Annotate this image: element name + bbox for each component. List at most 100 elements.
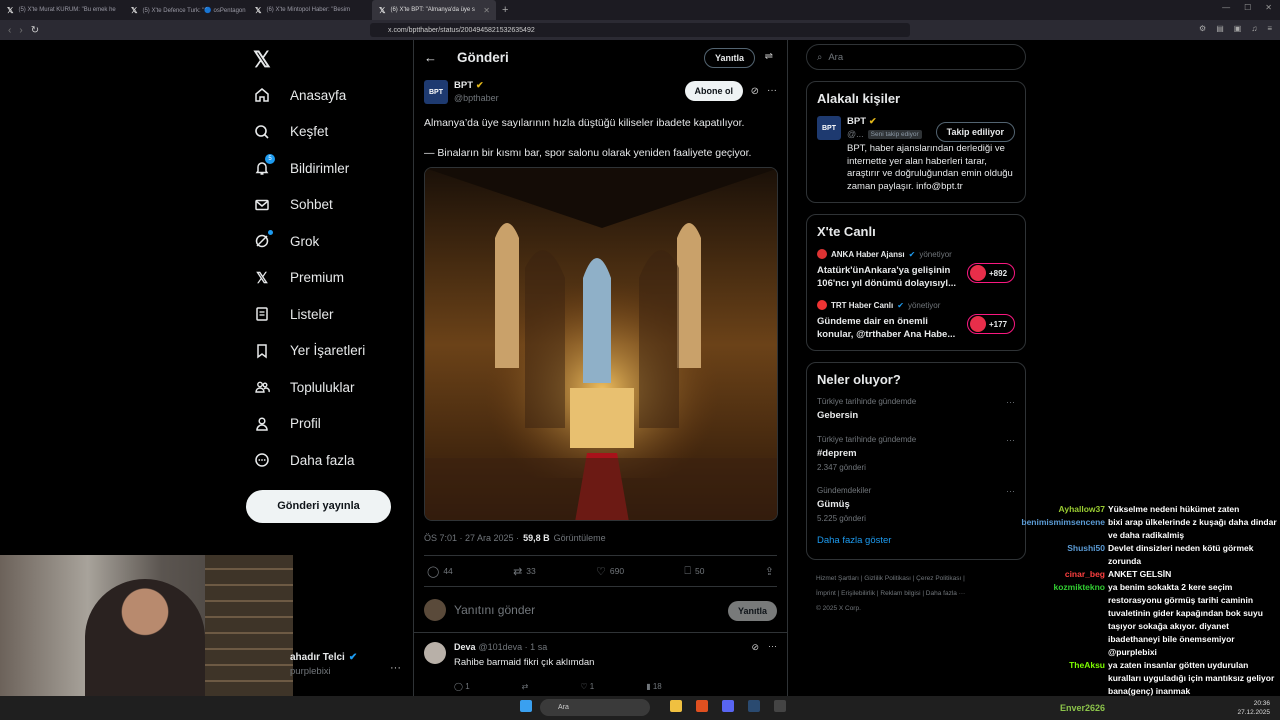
live-item[interactable]: ANKA Haber Ajansı ✔ yönetiyor Atatürk'ünAn… — [817, 249, 1015, 290]
views-action[interactable]: ▮ 18 — [646, 682, 662, 691]
like-count: 1 — [589, 682, 595, 691]
browser-tab[interactable]: 𝕏 (6) X'te Mintopol Haber: "Besim — [248, 0, 372, 20]
tweet-text: Almanya’da üye sayılarının hızla düştüğü… — [424, 116, 777, 161]
search-bar[interactable]: ⌕ Ara — [806, 44, 1026, 70]
filter-icon[interactable]: ⇌ — [765, 51, 773, 62]
grok-explain-icon[interactable]: ⊘ — [751, 642, 759, 653]
brave-browser-icon[interactable] — [696, 700, 708, 712]
sidebar-item-grok[interactable]: Grok — [245, 223, 405, 260]
page-title: Gönderi — [457, 49, 509, 65]
related-name[interactable]: BPT — [847, 116, 866, 127]
like-count: 690 — [609, 566, 625, 576]
music-icon[interactable]: ♫ — [1251, 24, 1257, 33]
close-tab-icon[interactable]: ✕ — [483, 6, 490, 15]
sidebar-item-premium[interactable]: 𝕏 Premium — [245, 260, 405, 297]
reply-header-button[interactable]: Yanıtla — [703, 48, 755, 68]
show-more-link[interactable]: Daha fazla göster — [817, 535, 1015, 546]
trend-item[interactable]: Türkiye tarihinde gündemde Gebersin ··· — [817, 397, 1015, 421]
live-count-badge[interactable]: +892 — [967, 263, 1015, 283]
like-action[interactable]: ♡ 1 — [580, 682, 594, 691]
sidebar-icon[interactable]: ▤ — [1216, 24, 1224, 33]
browser-tab[interactable]: 𝕏 (5) X'te Murat KURUM: "Bu emek he — [0, 0, 124, 20]
reply-input[interactable]: Yanıtını gönder — [454, 603, 535, 617]
post-button[interactable]: Gönderi yayınla — [246, 489, 391, 523]
footer-line[interactable]: Hizmet Şartları | Gizlilik Politikası | … — [816, 571, 1026, 586]
x-logo-icon: 𝕏 — [131, 5, 138, 15]
sidebar-item-profile[interactable]: Profil — [245, 406, 405, 443]
windows-start-icon[interactable] — [520, 700, 532, 712]
avatar[interactable]: BPT — [817, 116, 841, 140]
sidebar-item-more[interactable]: Daha fazla — [245, 442, 405, 479]
sidebar-item-chat[interactable]: Sohbet — [245, 187, 405, 224]
author-handle[interactable]: @bpthaber — [454, 93, 499, 103]
main-column: ← Gönderi Yanıtla ⇌ BPT BPT ✔ @bpthaber A… — [413, 40, 788, 696]
file-explorer-icon[interactable] — [670, 700, 682, 712]
reply-action[interactable]: ◯ 1 — [454, 682, 470, 691]
reply-tweet[interactable]: Deva @101deva · 1 sa Rahibe barmaid fikri… — [414, 633, 787, 696]
live-title: Atatürk'ünAnkara'ya gelişinin 106'ncı yı… — [817, 265, 956, 289]
avatar[interactable] — [424, 642, 446, 664]
sidebar-item-bookmarks[interactable]: Yer İşaretleri — [245, 333, 405, 370]
obs-icon[interactable] — [774, 700, 786, 712]
retweet-icon: ⇄ — [513, 565, 523, 578]
reply-author-handle[interactable]: @101deva · 1 sa — [479, 642, 548, 652]
retweet-icon[interactable]: ⇄ — [522, 682, 529, 691]
sidebar-item-home[interactable]: Anasayfa — [245, 77, 405, 114]
footer-line[interactable]: İmprint | Erişilebilirlik | Reklam bilgi… — [816, 586, 1026, 601]
subscribe-button[interactable]: Abone ol — [684, 81, 743, 101]
author-name[interactable]: BPT — [454, 80, 473, 91]
trend-item[interactable]: Gündemdekiler Gümüş 5.225 gönderi ··· — [817, 486, 1015, 523]
browser-tab[interactable]: 𝕏 (5) X'te Defence Turk: "🔵 osPentagon — [124, 0, 248, 20]
reply-action[interactable]: ◯ 44 — [427, 565, 453, 578]
live-item[interactable]: TRT Haber Canlı ✔ yönetiyor Gündeme dair e… — [817, 300, 1015, 341]
search-input[interactable]: Ara — [828, 52, 843, 63]
more-icon[interactable]: ··· — [390, 662, 401, 674]
discord-icon[interactable] — [722, 700, 734, 712]
verified-icon: ✔ — [348, 652, 358, 663]
more-icon[interactable]: ··· — [1006, 397, 1015, 407]
menu-icon[interactable]: ≡ — [1267, 24, 1272, 33]
related-handle[interactable]: @... — [847, 129, 864, 139]
reply-author-name[interactable]: Deva — [454, 642, 476, 652]
reply-submit-button[interactable]: Yanıtla — [727, 601, 777, 621]
browser-toolbar-icons: ⚙ ▤ ▣ ♫ ≡ — [1199, 24, 1272, 33]
avatar[interactable]: BPT — [424, 80, 448, 104]
profile-icon — [253, 415, 271, 433]
extensions-icon[interactable]: ⚙ — [1199, 24, 1206, 33]
sidebar-item-lists[interactable]: Listeler — [245, 296, 405, 333]
live-host-avatar — [817, 249, 827, 259]
bookmark-action[interactable]: ⎕ 50 — [684, 565, 704, 578]
url-field[interactable]: x.com/bptthaber/status/20049458215326354… — [370, 23, 910, 37]
maximize-icon[interactable]: ☐ — [1244, 3, 1251, 12]
retweet-action[interactable]: ⇄ 33 — [513, 565, 536, 578]
more-icon[interactable]: ··· — [767, 85, 777, 96]
wallet-icon[interactable]: ▣ — [1234, 24, 1242, 33]
tweet-image[interactable] — [424, 167, 778, 521]
sidebar-item-notifications[interactable]: 5 Bildirimler — [245, 150, 405, 187]
more-icon[interactable]: ··· — [1006, 486, 1015, 496]
share-icon[interactable]: ⇪ — [765, 565, 774, 578]
trend-item[interactable]: Türkiye tarihinde gündemde #deprem 2.347… — [817, 435, 1015, 472]
minimize-icon[interactable]: — — [1222, 3, 1230, 12]
sidebar-item-explore[interactable]: Keşfet — [245, 114, 405, 151]
more-icon[interactable]: ··· — [768, 641, 777, 651]
reload-icon[interactable]: ↻ — [31, 25, 39, 36]
system-clock[interactable]: 20:36 27.12.2025 — [1237, 699, 1270, 717]
like-action[interactable]: ♡ 690 — [596, 565, 624, 578]
sidebar-item-communities[interactable]: Topluluklar — [245, 369, 405, 406]
back-arrow-icon[interactable]: ← — [424, 50, 437, 65]
tweet-timestamp[interactable]: ÖS 7:01 · 27 Ara 2025 · — [424, 533, 519, 543]
back-icon[interactable]: ‹ — [8, 25, 11, 36]
sidebar-item-label: Profil — [290, 416, 321, 432]
live-count-badge[interactable]: +177 — [967, 314, 1015, 334]
following-button[interactable]: Takip ediliyor — [935, 122, 1015, 142]
browser-tab-active[interactable]: 𝕏 (6) X'te BPT: "Almanya'da üye s ✕ — [372, 0, 496, 20]
steam-icon[interactable] — [748, 700, 760, 712]
sidebar-item-label: Anasayfa — [290, 87, 347, 103]
new-tab-icon[interactable]: + — [502, 4, 508, 16]
close-window-icon[interactable]: ✕ — [1265, 3, 1272, 12]
more-icon[interactable]: ··· — [1006, 435, 1015, 445]
grok-explain-icon[interactable]: ⊘ — [751, 86, 759, 97]
forward-icon[interactable]: › — [19, 25, 22, 36]
x-home-logo-icon[interactable]: 𝕏 — [253, 48, 405, 72]
